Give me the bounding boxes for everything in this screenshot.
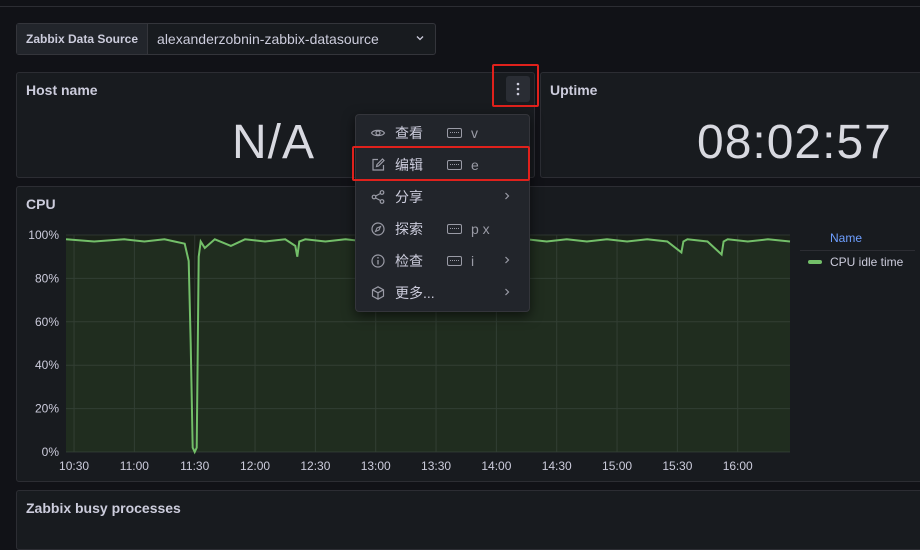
y-tick-label: 60% xyxy=(35,315,59,329)
panel-context-menu: 查看 v 编辑 e 分享 探索 p x 检查 i 更多... xyxy=(355,114,530,312)
x-tick-label: 13:00 xyxy=(361,459,391,473)
x-tick-label: 11:30 xyxy=(180,459,209,473)
x-tick-label: 12:30 xyxy=(300,459,330,473)
y-tick-label: 20% xyxy=(35,402,59,416)
y-tick-label: 40% xyxy=(35,358,59,372)
y-tick-label: 80% xyxy=(35,271,59,285)
x-tick-label: 15:00 xyxy=(602,459,632,473)
info-icon xyxy=(371,254,385,268)
chevron-right-icon xyxy=(503,190,511,204)
menu-item-more[interactable]: 更多... xyxy=(356,277,529,309)
x-tick-label: 14:30 xyxy=(542,459,572,473)
legend-swatch xyxy=(808,260,822,264)
keyboard-icon xyxy=(447,224,462,234)
menu-item-label: 更多... xyxy=(395,285,435,301)
shortcut-key: i xyxy=(471,253,475,269)
chevron-right-icon xyxy=(503,254,511,268)
menu-item-label: 探索 xyxy=(395,221,423,237)
menu-item-explore[interactable]: 探索 p x xyxy=(356,213,529,245)
chevron-right-icon xyxy=(503,286,511,300)
x-tick-label: 16:00 xyxy=(723,459,753,473)
x-tick-label: 13:30 xyxy=(421,459,451,473)
y-tick-label: 100% xyxy=(28,228,59,242)
shortcut-key: v xyxy=(471,125,478,141)
menu-item-label: 检查 xyxy=(395,253,423,269)
keyboard-icon xyxy=(447,128,462,138)
panel-title: Zabbix busy processes xyxy=(26,500,181,516)
menu-item-view[interactable]: 查看 v xyxy=(356,117,529,149)
highlight-edit-item xyxy=(352,146,530,181)
share-icon xyxy=(371,190,385,204)
keyboard-icon xyxy=(447,256,462,266)
y-tick-label: 0% xyxy=(42,445,60,459)
busy-processes-panel: Zabbix busy processes xyxy=(16,490,920,550)
menu-item-inspect[interactable]: 检查 i xyxy=(356,245,529,277)
x-tick-label: 15:30 xyxy=(662,459,692,473)
x-tick-label: 11:00 xyxy=(120,459,149,473)
menu-item-label: 查看 xyxy=(395,125,423,141)
legend-header[interactable]: Name xyxy=(830,231,862,245)
highlight-menu-button xyxy=(492,64,539,107)
eye-icon xyxy=(370,129,386,137)
shortcut-key: p x xyxy=(471,221,490,237)
menu-item-label: 分享 xyxy=(395,189,423,205)
legend-divider xyxy=(800,250,915,251)
x-tick-label: 12:00 xyxy=(240,459,270,473)
legend-item[interactable]: CPU idle time xyxy=(808,255,903,269)
menu-item-share[interactable]: 分享 xyxy=(356,181,529,213)
x-tick-label: 10:30 xyxy=(59,459,89,473)
compass-icon xyxy=(371,222,385,236)
cube-icon xyxy=(371,286,385,300)
x-tick-label: 14:00 xyxy=(481,459,511,473)
legend-series-name: CPU idle time xyxy=(830,255,904,269)
